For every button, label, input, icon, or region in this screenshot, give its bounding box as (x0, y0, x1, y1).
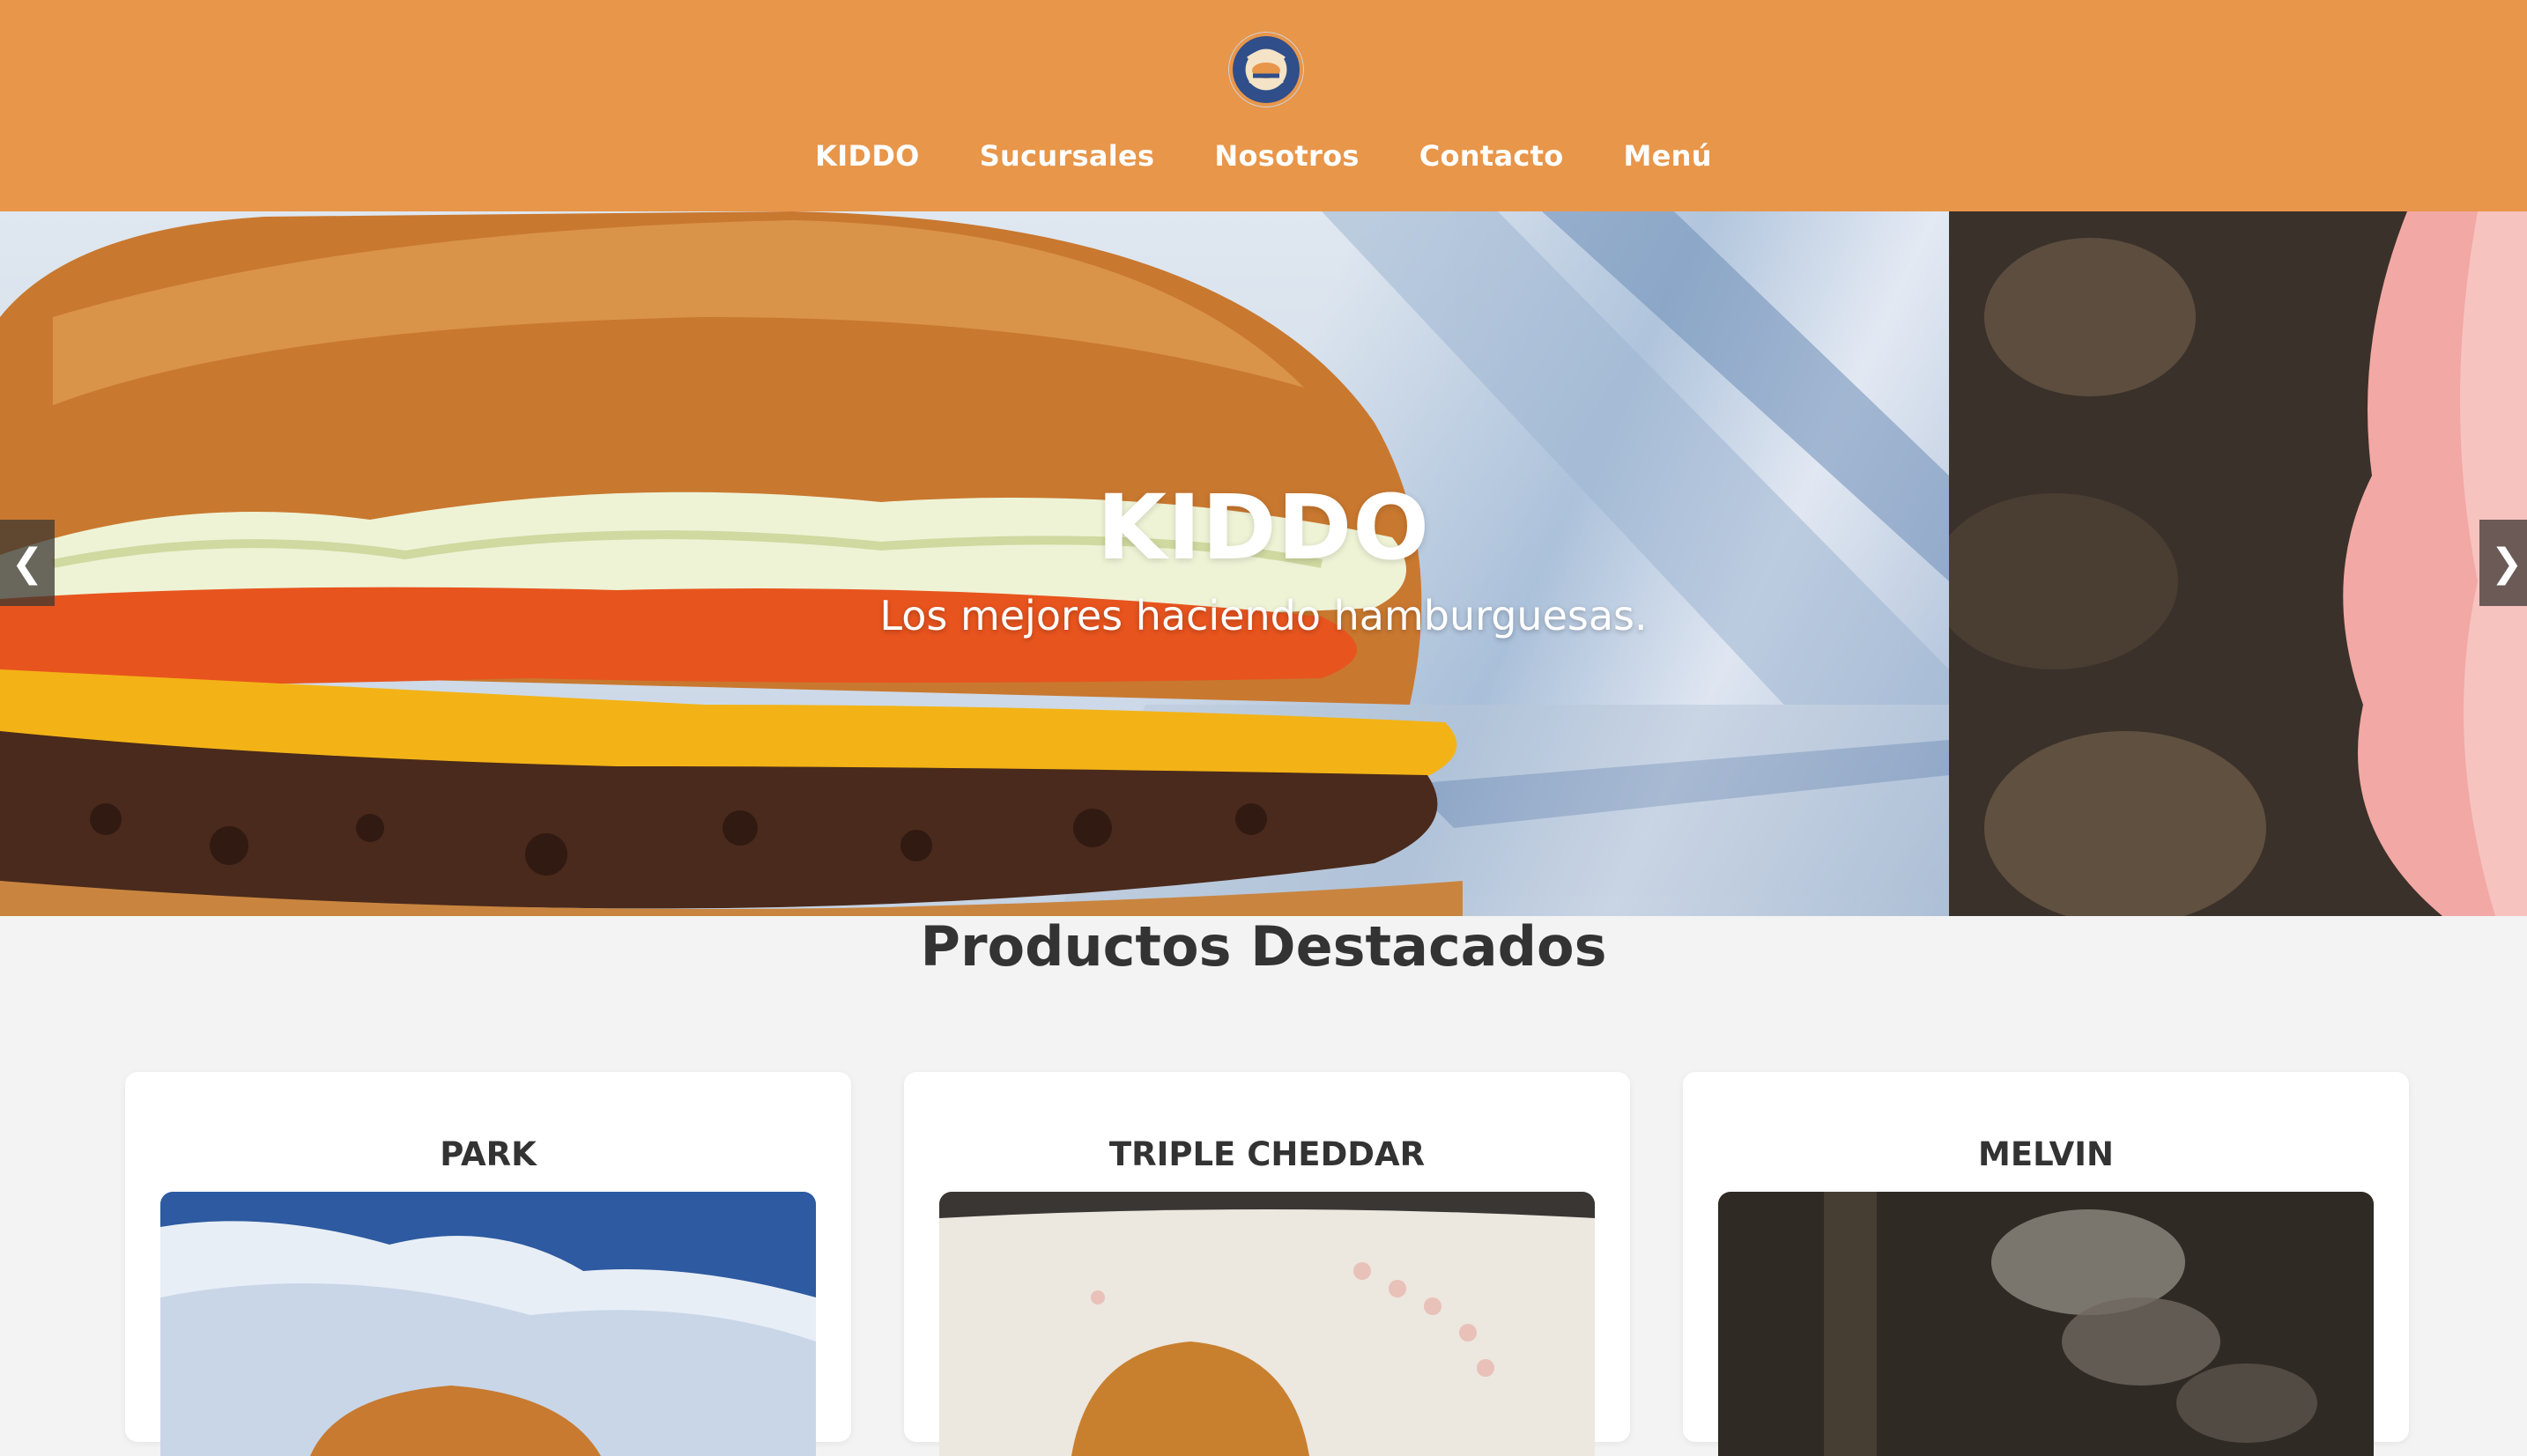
product-card-melvin[interactable]: MELVIN (1683, 1072, 2409, 1456)
product-card-park[interactable]: PARK (125, 1072, 851, 1456)
carousel-next-button[interactable]: ❯ (2479, 520, 2527, 606)
kiddo-logo-icon[interactable] (1228, 32, 1304, 107)
product-image[interactable] (1718, 1192, 2374, 1456)
nav-item-sucursales[interactable]: Sucursales (980, 139, 1155, 173)
hero-carousel: KIDDO Los mejores haciendo hamburguesas.… (0, 211, 2527, 916)
main-nav: KIDDO Sucursales Nosotros Contacto Menú (0, 139, 2527, 173)
nav-item-menu[interactable]: Menú (1624, 139, 1712, 173)
product-name: PARK (440, 1135, 537, 1173)
chevron-left-icon: ❮ (11, 540, 44, 586)
site-header: KIDDO Sucursales Nosotros Contacto Menú (0, 0, 2527, 211)
nav-item-kiddo[interactable]: KIDDO (815, 139, 920, 173)
chevron-right-icon: ❯ (2490, 540, 2523, 586)
carousel-prev-button[interactable]: ❮ (0, 520, 55, 606)
product-name: TRIPLE CHEDDAR (1108, 1135, 1426, 1173)
featured-products-title: Productos Destacados (920, 914, 1607, 979)
product-image[interactable] (939, 1192, 1595, 1456)
hero-title: KIDDO (1096, 476, 1431, 580)
nav-item-nosotros[interactable]: Nosotros (1214, 139, 1359, 173)
product-name: MELVIN (1978, 1135, 2114, 1173)
hero-subtitle: Los mejores haciendo hamburguesas. (879, 592, 1648, 639)
product-card-triple-cheddar[interactable]: TRIPLE CHEDDAR (904, 1072, 1630, 1456)
nav-item-contacto[interactable]: Contacto (1419, 139, 1564, 173)
product-image[interactable] (160, 1192, 816, 1456)
